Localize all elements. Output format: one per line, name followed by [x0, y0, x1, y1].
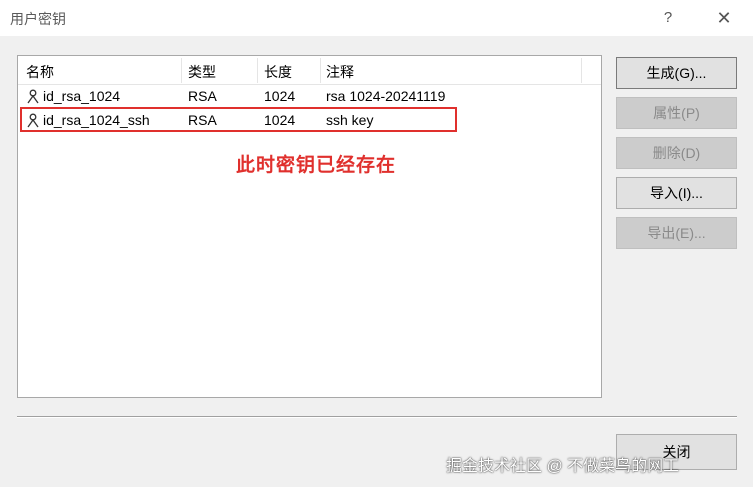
key-name: id_rsa_1024	[43, 88, 121, 104]
column-header-name[interactable]: 名称	[26, 62, 54, 82]
list-header: 名称 类型 长度 注释	[18, 56, 601, 85]
key-comment: rsa 1024-20241119	[326, 88, 446, 104]
help-button[interactable]: ?	[654, 6, 682, 30]
delete-button[interactable]: 删除(D)	[616, 137, 737, 169]
properties-button[interactable]: 属性(P)	[616, 97, 737, 129]
export-button[interactable]: 导出(E)...	[616, 217, 737, 249]
window-title: 用户密钥	[10, 11, 66, 27]
close-window-button[interactable]: ✕	[710, 6, 738, 30]
column-separator	[257, 58, 258, 83]
import-button[interactable]: 导入(I)...	[616, 177, 737, 209]
divider	[17, 416, 737, 418]
key-length: 1024	[264, 88, 296, 104]
annotation-text: 此时密钥已经存在	[236, 155, 397, 176]
generate-button[interactable]: 生成(G)...	[616, 57, 737, 89]
table-row[interactable]: id_rsa_1024 RSA 1024 rsa 1024-20241119	[18, 85, 601, 109]
highlight-annotation-box	[20, 107, 457, 132]
key-type: RSA	[188, 88, 217, 104]
column-separator	[181, 58, 182, 83]
column-header-comment[interactable]: 注释	[326, 62, 354, 82]
title-bar: 用户密钥 ? ✕	[0, 0, 753, 36]
column-header-length[interactable]: 长度	[264, 62, 292, 82]
column-header-type[interactable]: 类型	[188, 62, 216, 82]
key-icon	[27, 89, 39, 104]
column-separator	[320, 58, 321, 83]
watermark: 掘金技术社区 @ 不做菜鸟的网工	[446, 458, 680, 475]
column-separator	[581, 58, 582, 83]
